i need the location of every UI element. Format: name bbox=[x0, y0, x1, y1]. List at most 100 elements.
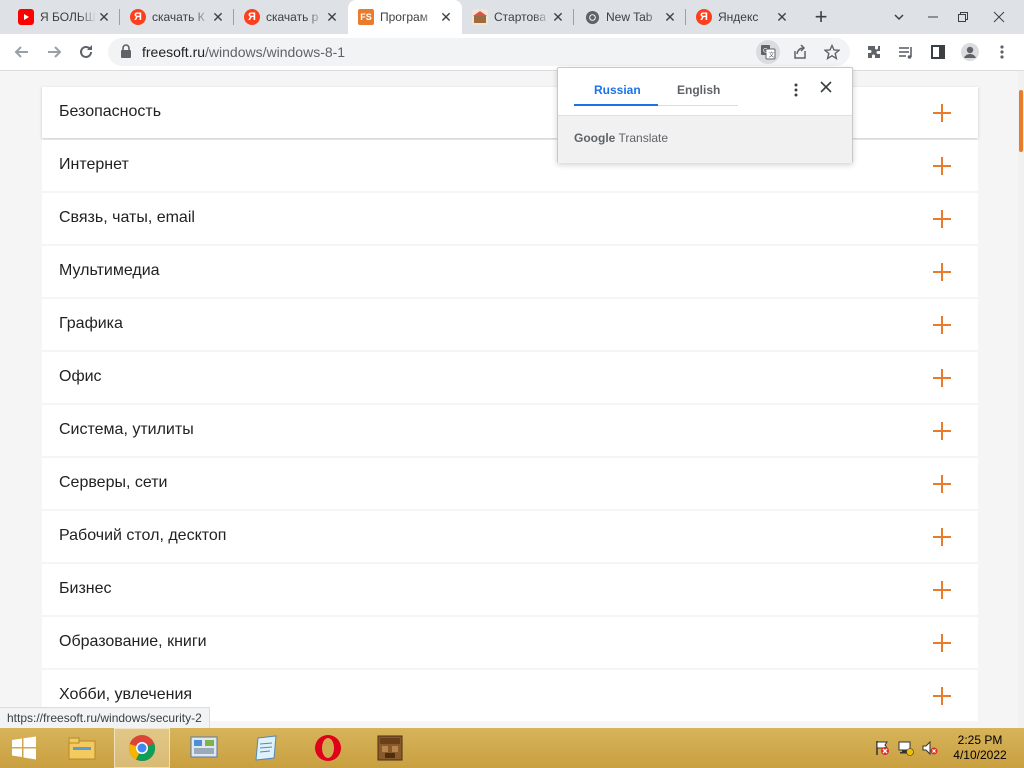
category-label: Связь, чаты, email bbox=[59, 209, 195, 226]
tab-target-language[interactable]: English bbox=[677, 83, 720, 97]
extensions-icon[interactable] bbox=[860, 38, 888, 66]
freesoft-icon: FS bbox=[358, 9, 374, 25]
notepad-icon[interactable] bbox=[238, 728, 294, 768]
expand-plus-icon[interactable] bbox=[933, 210, 951, 228]
category-label: Офис bbox=[59, 368, 102, 385]
profile-avatar-icon[interactable] bbox=[956, 38, 984, 66]
tab-new-tab[interactable]: New Tab ✕ bbox=[574, 0, 686, 34]
forward-button[interactable] bbox=[40, 38, 68, 66]
expand-plus-icon[interactable] bbox=[933, 475, 951, 493]
category-label: Графика bbox=[59, 315, 123, 332]
tab-title: Програм bbox=[380, 10, 428, 24]
tab-youtube[interactable]: Я БОЛЬШ ✕ bbox=[8, 0, 120, 34]
expand-plus-icon[interactable] bbox=[933, 157, 951, 175]
browser-toolbar: freesoft.ru/windows/windows-8-1 G文 bbox=[0, 34, 1024, 71]
close-tab-icon[interactable]: ✕ bbox=[774, 9, 790, 25]
system-clock[interactable]: 2:25 PM 4/10/2022 bbox=[948, 733, 1012, 763]
tab-search-chevron-icon[interactable] bbox=[884, 0, 914, 34]
more-options-icon[interactable] bbox=[790, 82, 802, 98]
close-tab-icon[interactable]: ✕ bbox=[662, 9, 678, 25]
close-tab-icon[interactable]: ✕ bbox=[210, 9, 226, 25]
start-page-icon bbox=[472, 9, 488, 25]
category-label: Хобби, увлечения bbox=[59, 686, 193, 703]
category-label: Образование, книги bbox=[59, 633, 207, 650]
close-tab-icon[interactable]: ✕ bbox=[96, 9, 112, 25]
expand-plus-icon[interactable] bbox=[933, 634, 951, 652]
action-center-flag-icon[interactable] bbox=[874, 740, 890, 756]
translate-bubble: Russian English Google Translate bbox=[557, 67, 853, 163]
windows-logo-icon bbox=[12, 736, 36, 760]
category-label: Бизнес bbox=[59, 580, 112, 597]
minimize-icon[interactable] bbox=[918, 0, 948, 34]
yandex-icon: Я bbox=[696, 9, 712, 25]
start-button[interactable] bbox=[0, 728, 48, 768]
status-link-url: https://freesoft.ru/windows/security-2 bbox=[0, 707, 210, 729]
page-scrollbar[interactable] bbox=[1018, 71, 1024, 728]
chrome-taskbar-icon[interactable] bbox=[114, 728, 170, 768]
svg-text:G: G bbox=[763, 48, 768, 55]
url-path: /windows/windows-8-1 bbox=[205, 44, 346, 60]
clock-date: 4/10/2022 bbox=[953, 748, 1007, 762]
tab-strip: Я БОЛЬШ ✕ Я скачать К ✕ Я скачать р ✕ FS… bbox=[0, 0, 1024, 34]
category-item[interactable]: Мультимедиа bbox=[42, 246, 978, 297]
tab-source-language[interactable]: Russian bbox=[594, 83, 641, 97]
close-tab-icon[interactable]: ✕ bbox=[324, 9, 340, 25]
expand-plus-icon[interactable] bbox=[933, 104, 951, 122]
share-icon[interactable] bbox=[788, 40, 812, 64]
expand-plus-icon[interactable] bbox=[933, 316, 951, 334]
tab-yandex-1[interactable]: Я скачать К ✕ bbox=[120, 0, 234, 34]
opera-icon[interactable] bbox=[300, 728, 356, 768]
category-label: Серверы, сети bbox=[59, 474, 168, 491]
bookmark-star-icon[interactable] bbox=[820, 40, 844, 64]
expand-plus-icon[interactable] bbox=[933, 422, 951, 440]
category-item[interactable]: Рабочий стол, десктоп bbox=[42, 511, 978, 562]
brand-translate: Translate bbox=[618, 131, 669, 145]
active-tab-indicator bbox=[574, 104, 658, 106]
tab-yandex-2[interactable]: Я скачать р ✕ bbox=[234, 0, 348, 34]
expand-plus-icon[interactable] bbox=[933, 263, 951, 281]
category-label: Система, утилиты bbox=[59, 421, 194, 438]
lock-icon[interactable] bbox=[120, 44, 132, 63]
tab-title: Стартова bbox=[494, 10, 547, 24]
category-item[interactable]: Графика bbox=[42, 299, 978, 350]
tab-start-page[interactable]: Стартова ✕ bbox=[462, 0, 574, 34]
tab-yandex-3[interactable]: Я Яндекс ✕ bbox=[686, 0, 798, 34]
reading-list-icon[interactable] bbox=[892, 38, 920, 66]
category-item[interactable]: Образование, книги bbox=[42, 617, 978, 668]
side-panel-icon[interactable] bbox=[924, 38, 952, 66]
network-icon[interactable] bbox=[898, 740, 914, 756]
category-item[interactable]: Серверы, сети bbox=[42, 458, 978, 509]
reload-button[interactable] bbox=[72, 38, 100, 66]
volume-muted-icon[interactable] bbox=[922, 740, 938, 756]
brand-google: Google bbox=[574, 131, 616, 145]
new-tab-button[interactable]: + bbox=[808, 4, 834, 29]
youtube-icon bbox=[18, 9, 34, 25]
category-item[interactable]: Система, утилиты bbox=[42, 405, 978, 456]
expand-plus-icon[interactable] bbox=[933, 581, 951, 599]
tab-title: скачать р bbox=[266, 10, 319, 24]
category-item[interactable]: Бизнес bbox=[42, 564, 978, 615]
category-item[interactable]: Связь, чаты, email bbox=[42, 193, 978, 244]
tab-title: Я БОЛЬШ bbox=[40, 10, 96, 24]
windows-taskbar: 2:25 PM 4/10/2022 bbox=[0, 728, 1024, 768]
close-tab-icon[interactable]: ✕ bbox=[550, 9, 566, 25]
chrome-icon bbox=[584, 9, 600, 25]
address-bar[interactable]: freesoft.ru/windows/windows-8-1 G文 bbox=[108, 38, 850, 66]
expand-plus-icon[interactable] bbox=[933, 528, 951, 546]
restore-icon[interactable] bbox=[948, 0, 978, 34]
close-window-icon[interactable] bbox=[984, 0, 1014, 34]
tab-freesoft[interactable]: FS Програм ✕ bbox=[348, 0, 462, 34]
close-tab-icon[interactable]: ✕ bbox=[438, 9, 454, 25]
control-panel-icon[interactable] bbox=[176, 728, 232, 768]
minecraft-icon[interactable] bbox=[362, 728, 418, 768]
file-explorer-icon[interactable] bbox=[54, 728, 110, 768]
back-button[interactable] bbox=[8, 38, 36, 66]
scrollbar-thumb[interactable] bbox=[1019, 90, 1023, 152]
expand-plus-icon[interactable] bbox=[933, 687, 951, 705]
category-item[interactable]: Офис bbox=[42, 352, 978, 403]
chrome-menu-icon[interactable] bbox=[988, 38, 1016, 66]
close-bubble-icon[interactable] bbox=[818, 81, 834, 97]
expand-plus-icon[interactable] bbox=[933, 369, 951, 387]
translate-footer: Google Translate bbox=[558, 115, 852, 163]
translate-icon[interactable]: G文 bbox=[756, 40, 780, 64]
